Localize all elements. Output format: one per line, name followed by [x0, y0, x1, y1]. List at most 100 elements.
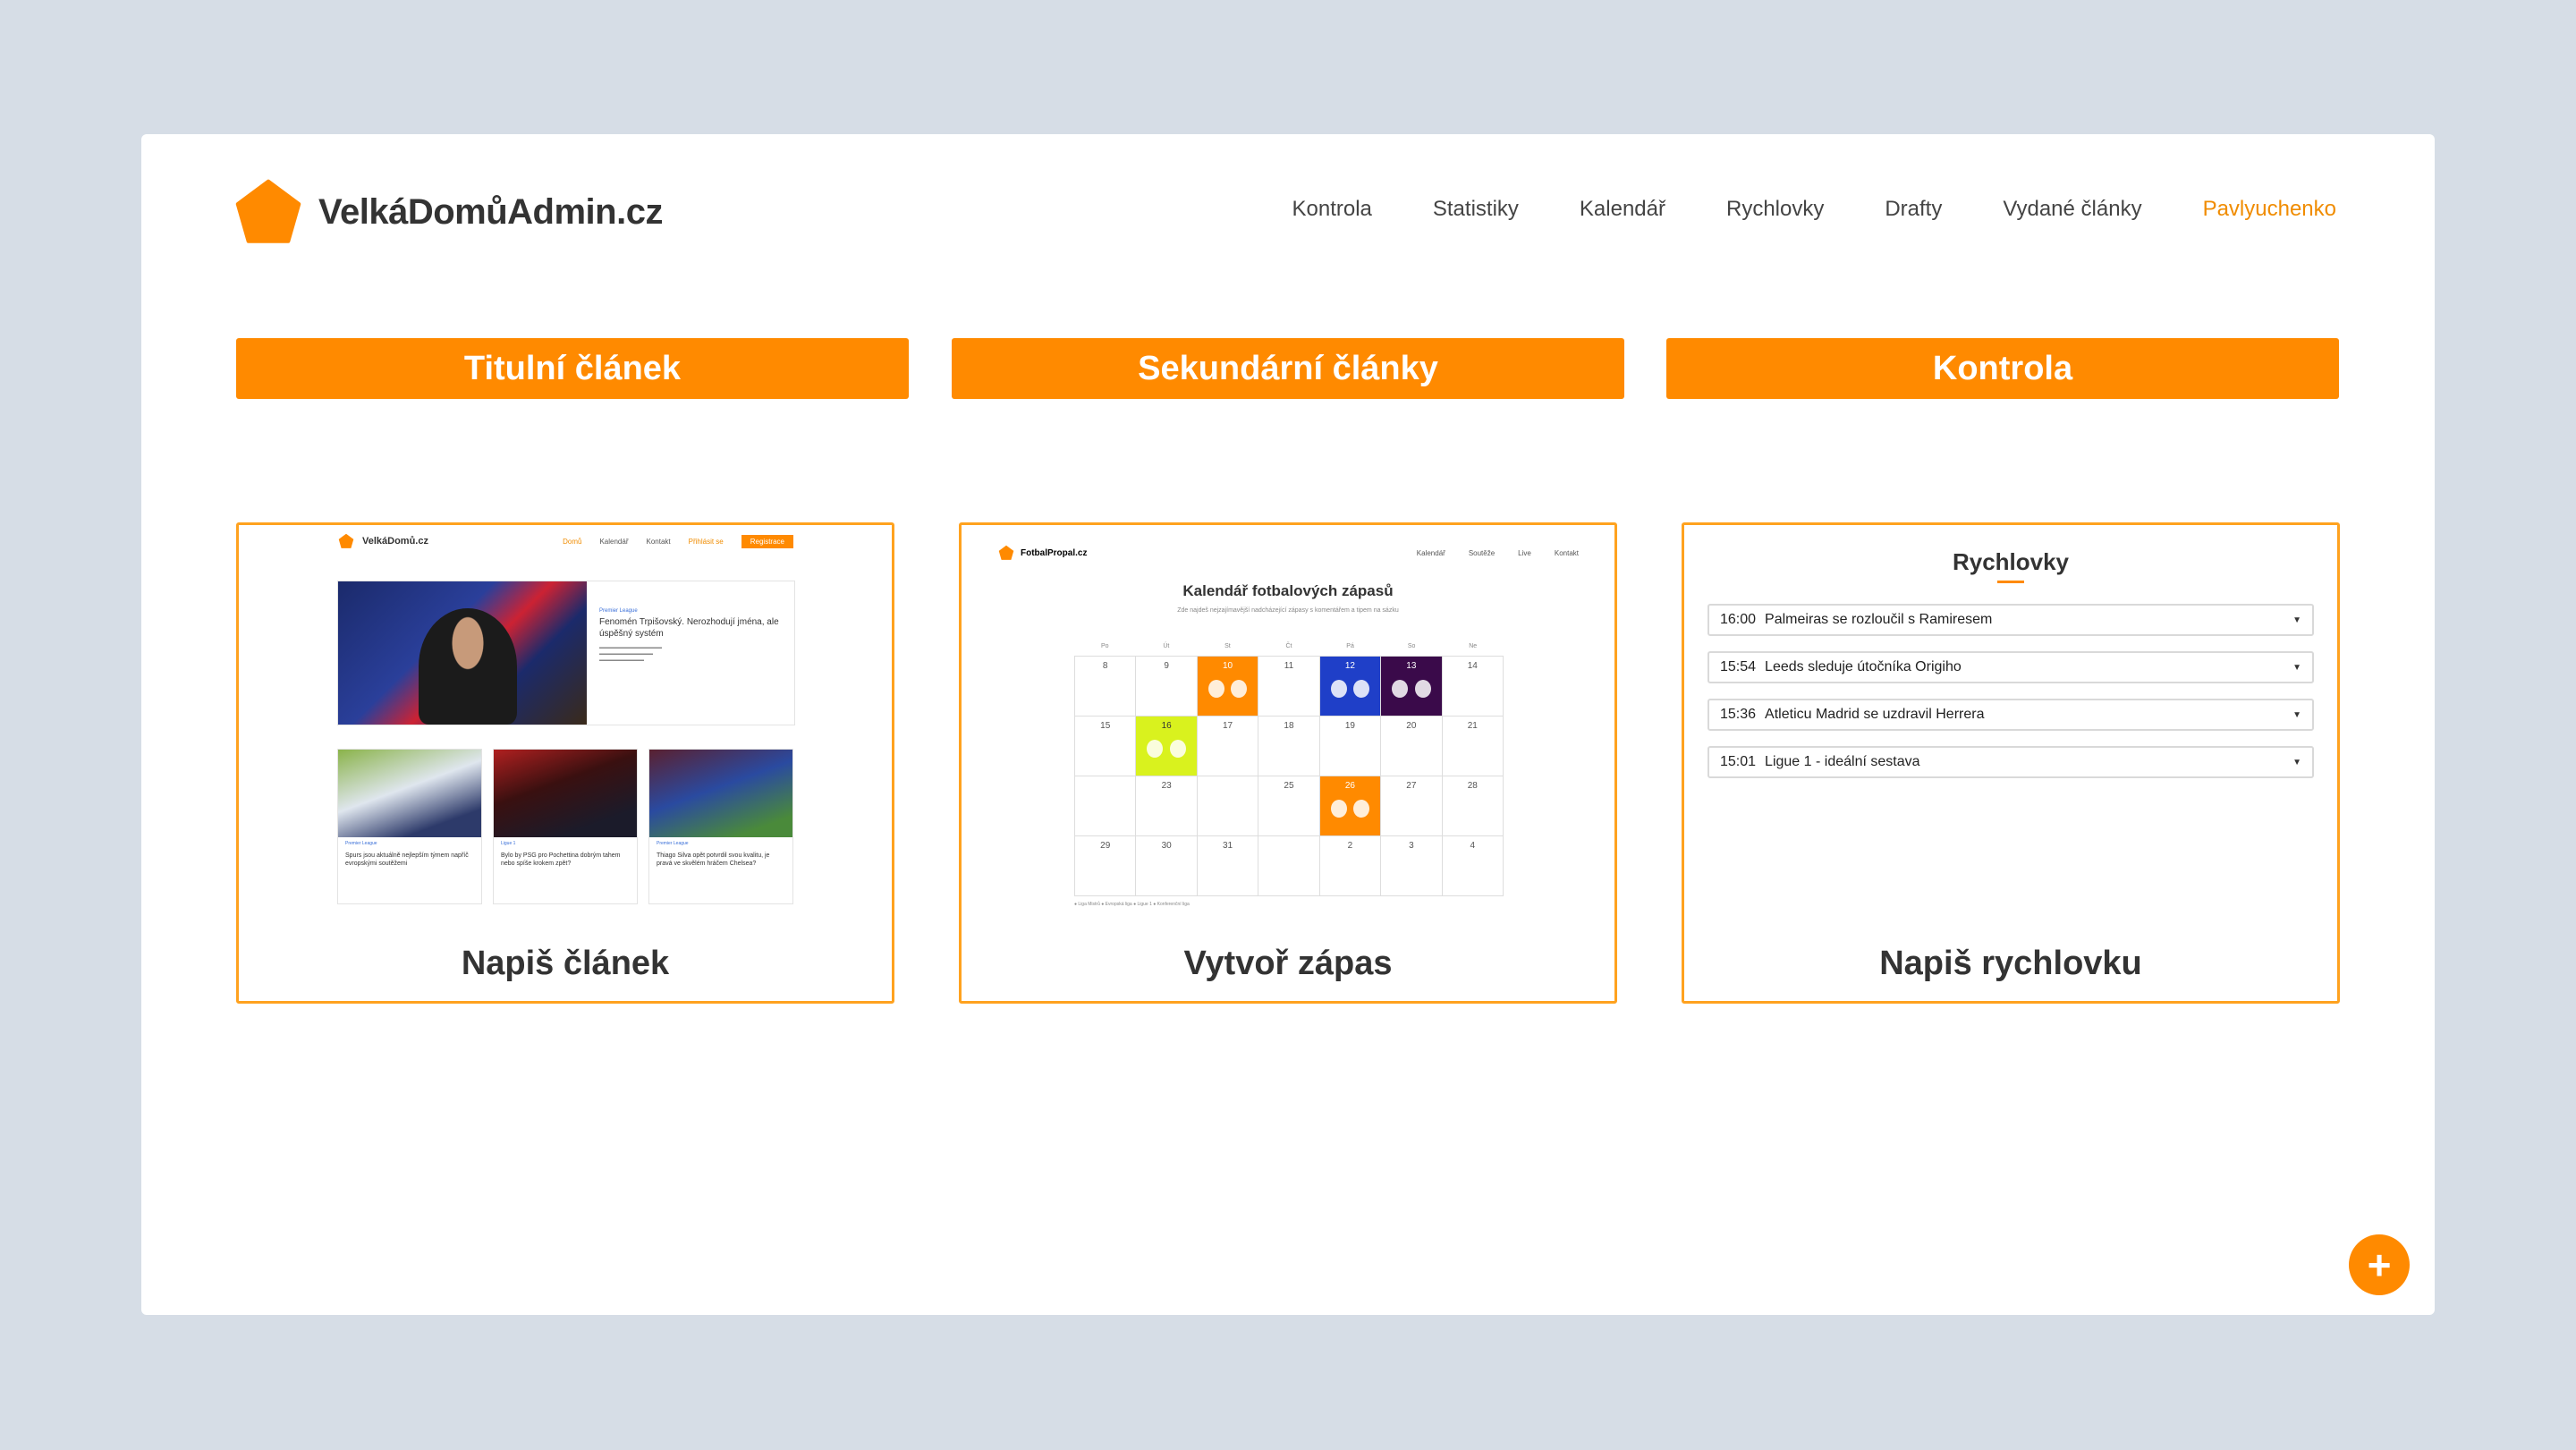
- preview-nav-item: Live: [1518, 548, 1531, 557]
- title-underline: [1997, 581, 2024, 583]
- day-cell: 18: [1258, 717, 1320, 776]
- quick-news-title: Rychlovky: [1952, 548, 2070, 575]
- write-article-card[interactable]: VelkáDomů.cz Domů Kalendář Kontakt Přihl…: [236, 522, 894, 1004]
- preview-nav: Domů Kalendář Kontakt Přihlásit se Regis…: [563, 534, 793, 548]
- quick-news-item[interactable]: 15:36 Atleticu Madrid se uzdravil Herrer…: [1707, 699, 2314, 731]
- kontrola-button[interactable]: Kontrola: [1666, 338, 2339, 399]
- quick-news-time: 16:00: [1720, 612, 1757, 627]
- card-caption: Napiš článek: [461, 945, 670, 982]
- weekday: Čt: [1285, 643, 1292, 649]
- hero-image: [338, 581, 587, 725]
- chevron-down-icon[interactable]: ▼: [2292, 710, 2301, 720]
- preview-nav-item: Kontakt: [1554, 548, 1579, 557]
- day-cell: 8: [1075, 657, 1137, 717]
- chevron-down-icon[interactable]: ▼: [2292, 663, 2301, 673]
- weekday: Út: [1163, 643, 1170, 649]
- add-button[interactable]: +: [2349, 1234, 2410, 1295]
- preview-nav-item: Registrace: [741, 534, 793, 548]
- weekday: Ne: [1469, 643, 1478, 649]
- day-cell: 29: [1075, 836, 1137, 896]
- quick-news-item[interactable]: 16:00 Palmeiras se rozloučil s Ramiresem…: [1707, 604, 2314, 636]
- thumb-title: Thiago Silva opět potvrdil svou kvalitu,…: [657, 852, 770, 868]
- thumb-tag: Premier League: [345, 841, 377, 846]
- day-cell: 21: [1442, 717, 1504, 776]
- nav-kontrola[interactable]: Kontrola: [1292, 197, 1371, 222]
- quick-news-time: 15:54: [1720, 659, 1757, 674]
- day-cell: 20: [1381, 717, 1443, 776]
- preview-brand: VelkáDomů.cz: [362, 536, 428, 547]
- day-cell: 3: [1381, 836, 1443, 896]
- chevron-down-icon[interactable]: ▼: [2292, 758, 2301, 767]
- logo[interactable]: VelkáDomůAdmin.cz: [234, 179, 663, 245]
- preview-nav: Kalendář Soutěže Live Kontakt: [1417, 549, 1579, 557]
- logo-text: VelkáDomůAdmin.cz: [318, 191, 663, 232]
- calendar-legend: ● Liga Mistrů ● Evropská liga ● Ligue 1 …: [1074, 902, 1190, 907]
- nav-kalendar[interactable]: Kalendář: [1580, 197, 1665, 222]
- preview-thumbs: Premier League Spurs jsou aktuálně nejle…: [337, 749, 793, 904]
- thumb-card: Ligue 1 Bylo by PSG pro Pochettina dobrý…: [493, 749, 638, 904]
- titulni-clanek-button[interactable]: Titulní článek: [236, 338, 909, 399]
- create-match-card[interactable]: FotbalPropal.cz Kalendář Soutěže Live Ko…: [959, 522, 1617, 1004]
- day-cell: 9: [1136, 657, 1198, 717]
- quick-news-time: 15:36: [1720, 707, 1757, 722]
- nav-drafty[interactable]: Drafty: [1885, 197, 1942, 222]
- pentagon-logo-icon: [235, 179, 301, 243]
- quick-news-item[interactable]: 15:01 Ligue 1 - ideální sestava ▼: [1707, 746, 2314, 778]
- quick-news-item[interactable]: 15:54 Leeds sleduje útočníka Origiho ▼: [1707, 651, 2314, 683]
- sekundarni-clanky-button[interactable]: Sekundární články: [952, 338, 1624, 399]
- day-cell: [1075, 776, 1137, 836]
- day-cell: 4: [1442, 836, 1504, 896]
- quick-news-text: Palmeiras se rozloučil s Ramiresem: [1765, 612, 1993, 627]
- write-quick-news-card[interactable]: Rychlovky 16:00 Palmeiras se rozloučil s…: [1682, 522, 2340, 1004]
- thumb-image: [649, 750, 792, 837]
- chevron-down-icon[interactable]: ▼: [2292, 615, 2301, 625]
- quick-news-text: Atleticu Madrid se uzdravil Herrera: [1765, 707, 1985, 722]
- day-cell: 17: [1197, 717, 1259, 776]
- weekday: Po: [1101, 643, 1109, 649]
- hero-excerpt: ▬▬▬▬▬▬▬▬▬▬▬▬▬▬ ▬▬▬▬▬▬▬▬▬▬▬▬ ▬▬▬▬▬▬▬▬▬▬: [599, 645, 662, 663]
- preview-brand: FotbalPropal.cz: [1021, 547, 1088, 558]
- calendar-grid: 8 9 10 11 12 13 14 15 16 17 18 19 20 21 …: [1074, 656, 1504, 896]
- day-cell-match: 12: [1319, 657, 1382, 717]
- nav-statistiky[interactable]: Statistiky: [1433, 197, 1519, 222]
- nav-vydane-clanky[interactable]: Vydané články: [2003, 197, 2141, 222]
- quick-news-list: 16:00 Palmeiras se rozloučil s Ramiresem…: [1707, 604, 2314, 793]
- thumb-title: Bylo by PSG pro Pochettina dobrým tahem …: [501, 852, 621, 868]
- preview-nav-item: Přihlásit se: [688, 537, 724, 546]
- preview-nav-item: Kontakt: [646, 537, 671, 546]
- day-cell: 30: [1136, 836, 1198, 896]
- thumb-card: Premier League Spurs jsou aktuálně nejle…: [337, 749, 482, 904]
- pentagon-logo-icon: [338, 533, 354, 548]
- calendar: Po Út St Čt Pá So Ne 8 9 10 11 12 13 14 …: [1074, 643, 1504, 907]
- admin-window: VelkáDomůAdmin.cz Kontrola Statistiky Ka…: [141, 134, 2435, 1315]
- thumb-card: Premier League Thiago Silva opět potvrdi…: [648, 749, 793, 904]
- thumb-tag: Premier League: [657, 841, 689, 846]
- quick-news-text: Ligue 1 - ideální sestava: [1765, 754, 1920, 769]
- nav-user[interactable]: Pavlyuchenko: [2203, 197, 2336, 222]
- thumb-image: [494, 750, 637, 837]
- main-nav: Kontrola Statistiky Kalendář Rychlovky D…: [1231, 197, 2336, 222]
- preview-nav-item: Kalendář: [1416, 548, 1445, 557]
- preview-hero-article: Premier League Fenomén Trpišovský. Neroz…: [337, 581, 795, 725]
- calendar-title: Kalendář fotbalových zápasů: [1182, 582, 1394, 599]
- hero-title: Fenomén Trpišovský. Nerozhodují jména, a…: [599, 617, 779, 639]
- day-cell-match: 26: [1319, 776, 1382, 836]
- weekday-row: Po Út St Čt Pá So Ne: [1074, 643, 1504, 656]
- day-cell-match: 16: [1136, 717, 1198, 776]
- day-cell: [1258, 836, 1320, 896]
- nav-rychlovky[interactable]: Rychlovky: [1726, 197, 1824, 222]
- preview-nav-item: Domů: [563, 537, 582, 546]
- day-cell: 31: [1197, 836, 1259, 896]
- day-cell: 28: [1442, 776, 1504, 836]
- weekday: So: [1407, 643, 1416, 649]
- quick-news-text: Leeds sleduje útočníka Origiho: [1765, 659, 1962, 674]
- person-image: [419, 608, 517, 725]
- day-cell: 27: [1381, 776, 1443, 836]
- day-cell: 11: [1258, 657, 1320, 717]
- card-caption: Napiš rychlovku: [1879, 945, 2142, 982]
- thumb-title: Spurs jsou aktuálně nejlepším týmem např…: [345, 852, 469, 868]
- card-caption: Vytvoř zápas: [1183, 945, 1393, 982]
- day-cell: 23: [1136, 776, 1198, 836]
- day-cell: 14: [1442, 657, 1504, 717]
- pentagon-logo-icon: [998, 545, 1014, 560]
